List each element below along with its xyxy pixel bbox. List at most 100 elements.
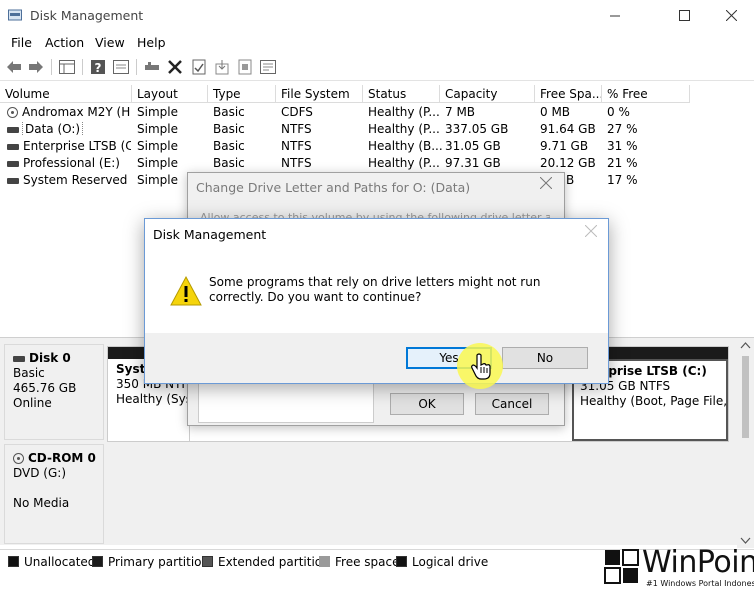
dialog-footer: Yes No <box>145 333 608 383</box>
console-tree-icon[interactable] <box>58 58 76 76</box>
properties-icon[interactable] <box>112 58 130 76</box>
minimize-icon <box>609 15 620 17</box>
vertical-scrollbar[interactable] <box>737 338 754 548</box>
windows-logo-icon <box>604 549 639 584</box>
dialog-close-button[interactable] <box>584 224 598 240</box>
volume-fs: NTFS <box>281 139 312 153</box>
maximize-icon <box>678 10 690 21</box>
dialog-close-button[interactable] <box>539 176 553 192</box>
column-header-volume[interactable]: Volume <box>0 85 132 103</box>
volume-capacity: 337.05 GB <box>445 122 509 136</box>
hand-pointer-icon <box>471 353 491 380</box>
warning-icon <box>170 275 202 306</box>
volume-capacity: 31.05 GB <box>445 139 501 153</box>
check-icon[interactable] <box>190 58 208 76</box>
volume-layout: Simple <box>137 139 178 153</box>
table-row[interactable]: Enterprise LTSB (C:) Simple Basic NTFS H… <box>0 139 754 156</box>
volume-fs: NTFS <box>281 156 312 170</box>
table-row[interactable]: Data (O:) Simple Basic NTFS Healthy (P..… <box>0 122 754 139</box>
dialog-title: Disk Management <box>153 227 267 242</box>
column-header-capacity[interactable]: Capacity <box>440 85 535 103</box>
cd-icon <box>7 107 18 118</box>
disk-name: CD-ROM 0 <box>28 451 96 465</box>
refresh-icon[interactable] <box>236 58 254 76</box>
cancel-button[interactable]: Cancel <box>475 393 549 415</box>
volume-free: 91.64 GB <box>540 122 596 136</box>
volume-layout: Simple <box>137 156 178 170</box>
volume-free: 20.12 GB <box>540 156 596 170</box>
volume-layout: Simple <box>137 122 178 136</box>
disk-0-label[interactable]: Disk 0 Basic 465.76 GB Online <box>4 344 104 440</box>
legend-primary-partition: Primary partition <box>92 555 209 569</box>
volume-pct-free: 31 % <box>607 139 638 153</box>
menu-help[interactable]: Help <box>137 35 166 50</box>
volume-type: Basic <box>213 105 245 119</box>
disk-type: Basic <box>13 366 45 380</box>
column-header-file-system[interactable]: File System <box>276 85 363 103</box>
no-button[interactable]: No <box>502 347 588 369</box>
volume-free: 0 MB <box>540 105 571 119</box>
cdrom-0-label[interactable]: CD-ROM 0 DVD (G:) No Media <box>4 444 104 544</box>
volume-type: Basic <box>213 156 245 170</box>
column-header-status[interactable]: Status <box>363 85 440 103</box>
volume-type: Basic <box>213 139 245 153</box>
column-header-layout[interactable]: Layout <box>132 85 208 103</box>
dialog-title: Change Drive Letter and Paths for O: (Da… <box>196 180 471 195</box>
settings-icon[interactable] <box>259 58 277 76</box>
ok-button[interactable]: OK <box>390 393 464 415</box>
menu-view[interactable]: View <box>95 35 125 50</box>
volume-fs: CDFS <box>281 105 313 119</box>
volume-type: Basic <box>213 122 245 136</box>
volume-free: 9.71 GB <box>540 139 589 153</box>
legend-logical-drive: Logical drive <box>396 555 488 569</box>
import-icon[interactable] <box>213 58 231 76</box>
close-button[interactable] <box>708 0 754 31</box>
table-row[interactable]: Professional (E:) Simple Basic NTFS Heal… <box>0 156 754 173</box>
title-bar: Disk Management <box>0 0 754 31</box>
volume-capacity: 7 MB <box>445 105 476 119</box>
volume-free: B <box>566 173 575 187</box>
disk-icon <box>7 143 19 150</box>
volume-status: Healthy (B... <box>368 139 443 153</box>
disk-icon <box>7 160 19 167</box>
delete-icon[interactable] <box>166 58 184 76</box>
volume-status: Healthy (P... <box>368 122 440 136</box>
close-icon <box>584 224 598 238</box>
volume-pct-free: 17 % <box>607 173 638 187</box>
volume-name: Andromax M2Y (H:) <box>22 105 131 119</box>
help-icon[interactable]: ? <box>89 58 107 76</box>
column-header-type[interactable]: Type <box>208 85 276 103</box>
back-arrow-icon[interactable] <box>5 58 23 76</box>
winpoin-watermark: WinPoin #1 Windows Portal Indonesia <box>602 545 754 597</box>
menu-file[interactable]: File <box>11 35 32 50</box>
scrollbar-arrows-icon <box>740 342 751 544</box>
disk-name: Disk 0 <box>29 351 71 365</box>
menu-bar: File Action View Help <box>0 31 754 53</box>
minimize-button[interactable] <box>592 0 638 31</box>
column-header-free-space[interactable]: Free Spa... <box>535 85 602 103</box>
volume-name: Professional (E:) <box>23 156 120 170</box>
disk-icon <box>13 355 25 362</box>
column-header-percent-free[interactable]: % Free <box>602 85 690 103</box>
table-row[interactable]: Andromax M2Y (H:) Simple Basic CDFS Heal… <box>0 105 754 122</box>
connect-icon[interactable] <box>143 58 161 76</box>
window-title: Disk Management <box>30 8 144 23</box>
svg-text:?: ? <box>95 61 102 75</box>
legend-free-space: Free space <box>319 555 399 569</box>
partition-status: Healthy (Boot, Page File, C <box>580 394 728 408</box>
volume-status: Healthy (P... <box>368 156 440 170</box>
maximize-button[interactable] <box>661 0 707 31</box>
volume-layout: Simple <box>137 105 178 119</box>
volume-pct-free: 0 % <box>607 105 630 119</box>
toolbar: ? <box>0 53 754 81</box>
volume-fs: NTFS <box>281 122 312 136</box>
disk-icon <box>7 177 19 184</box>
disk-state: No Media <box>13 496 70 510</box>
volume-pct-free: 21 % <box>607 156 638 170</box>
volume-name: System Reserved <box>23 173 128 187</box>
volume-name: Data (O:) <box>21 122 84 136</box>
forward-arrow-icon[interactable] <box>27 58 45 76</box>
disk-icon <box>7 126 19 133</box>
menu-action[interactable]: Action <box>45 35 84 50</box>
watermark-brand: WinPoin <box>642 545 754 580</box>
